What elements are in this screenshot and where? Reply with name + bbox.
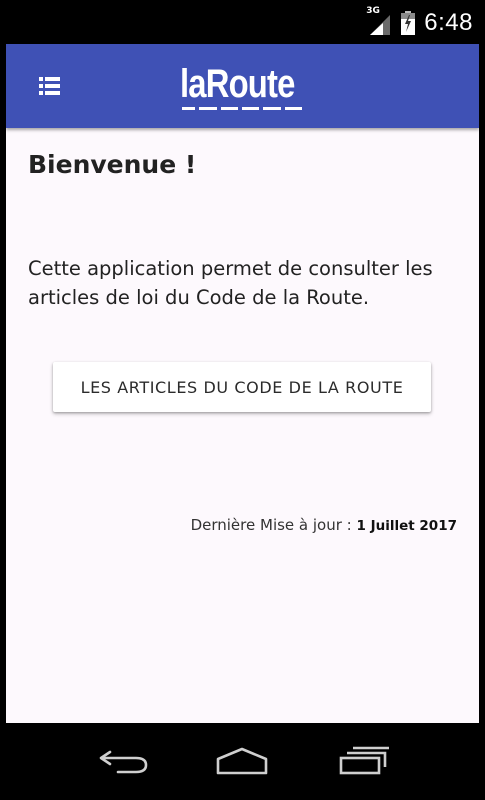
- network-type: 3G: [366, 6, 380, 16]
- page-title: Bienvenue !: [28, 150, 197, 179]
- device-screen: 3G 6:48 laRoute Bienvenue ! Cette applic…: [0, 0, 485, 800]
- back-icon: [99, 750, 148, 774]
- main-content: Bienvenue ! Cette application permet de …: [6, 128, 479, 723]
- app-toolbar: laRoute: [6, 44, 479, 128]
- signal-icon: 3G: [366, 6, 392, 36]
- home-button[interactable]: [212, 741, 272, 781]
- last-update: Dernière Mise à jour : 1 Juillet 2017: [191, 516, 457, 534]
- update-label: Dernière Mise à jour :: [190, 516, 357, 534]
- back-button[interactable]: [94, 741, 154, 781]
- recent-apps-button[interactable]: [334, 741, 394, 781]
- logo-text: laRoute: [180, 62, 295, 106]
- articles-button[interactable]: LES ARTICLES DU CODE DE LA ROUTE: [53, 362, 431, 412]
- battery-icon: [400, 10, 416, 36]
- app-logo: laRoute: [180, 58, 320, 110]
- intro-text: Cette application permet de consulter le…: [28, 257, 433, 309]
- menu-list-icon: [39, 77, 60, 95]
- app-window: laRoute Bienvenue ! Cette application pe…: [6, 44, 479, 723]
- logo-road-lines: [182, 107, 303, 111]
- navigation-bar: [0, 723, 485, 800]
- update-date: 1 Juillet 2017: [356, 518, 458, 534]
- menu-button[interactable]: [36, 72, 64, 100]
- recent-apps-icon: [339, 746, 389, 775]
- home-icon: [216, 747, 268, 775]
- clock: 6:48: [424, 9, 473, 36]
- status-bar: 3G 6:48: [0, 0, 485, 44]
- status-icons: 3G 6:48: [366, 6, 473, 38]
